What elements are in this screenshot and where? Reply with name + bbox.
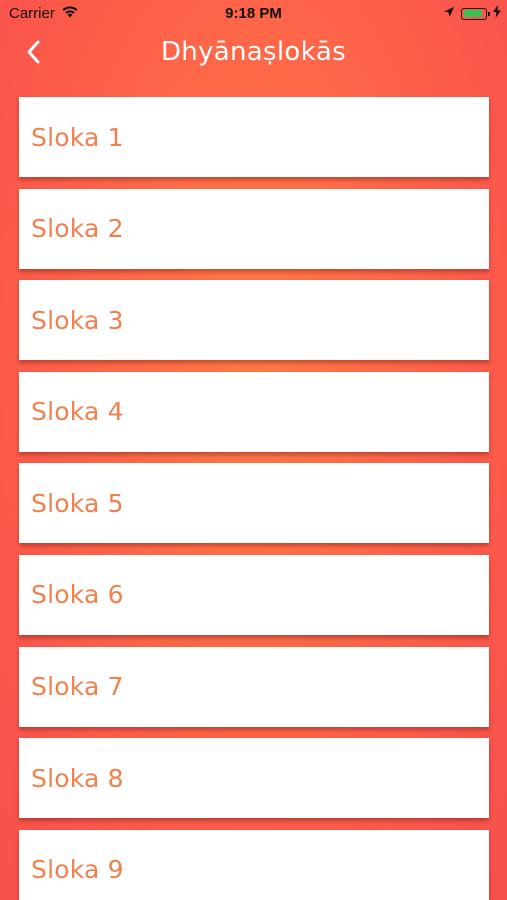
location-arrow-icon bbox=[443, 5, 455, 22]
list-item-sloka-3[interactable]: Sloka 3 bbox=[19, 280, 489, 361]
status-bar: Carrier 9:18 PM bbox=[0, 0, 507, 30]
list-item-sloka-1[interactable]: Sloka 1 bbox=[19, 97, 489, 177]
battery-fill bbox=[463, 10, 483, 17]
sloka-label: Sloka 2 bbox=[31, 214, 124, 244]
sloka-label: Sloka 7 bbox=[31, 672, 124, 702]
sloka-label: Sloka 4 bbox=[31, 397, 124, 427]
list-item-sloka-6[interactable]: Sloka 6 bbox=[19, 554, 489, 635]
sloka-label: Sloka 6 bbox=[31, 580, 124, 610]
nav-bar: Dhyānaṣlokās bbox=[0, 30, 507, 78]
sloka-label: Sloka 9 bbox=[31, 855, 124, 885]
status-right bbox=[443, 5, 501, 22]
sloka-list: Sloka 1 Sloka 2 Sloka 3 Sloka 4 Sloka 5 Sloka… bbox=[19, 97, 489, 900]
sloka-label: Sloka 8 bbox=[31, 763, 124, 793]
list-item-sloka-7[interactable]: Sloka 7 bbox=[19, 646, 489, 727]
status-time: 9:18 PM bbox=[225, 5, 282, 22]
screen: Carrier 9:18 PM Dhyānaṣlokās Sloka 1 Slo… bbox=[0, 0, 507, 900]
sloka-label: Sloka 3 bbox=[31, 305, 124, 335]
list-item-sloka-4[interactable]: Sloka 4 bbox=[19, 371, 489, 452]
sloka-label: Sloka 5 bbox=[31, 488, 124, 518]
list-item-sloka-9[interactable]: Sloka 9 bbox=[19, 829, 489, 900]
sloka-label: Sloka 1 bbox=[31, 122, 124, 152]
list-item-sloka-5[interactable]: Sloka 5 bbox=[19, 463, 489, 544]
page-title: Dhyānaṣlokās bbox=[160, 37, 347, 67]
charging-bolt-icon bbox=[493, 5, 501, 22]
list-item-sloka-2[interactable]: Sloka 2 bbox=[19, 188, 489, 269]
list-item-sloka-8[interactable]: Sloka 8 bbox=[19, 738, 489, 819]
battery-icon bbox=[461, 7, 490, 20]
